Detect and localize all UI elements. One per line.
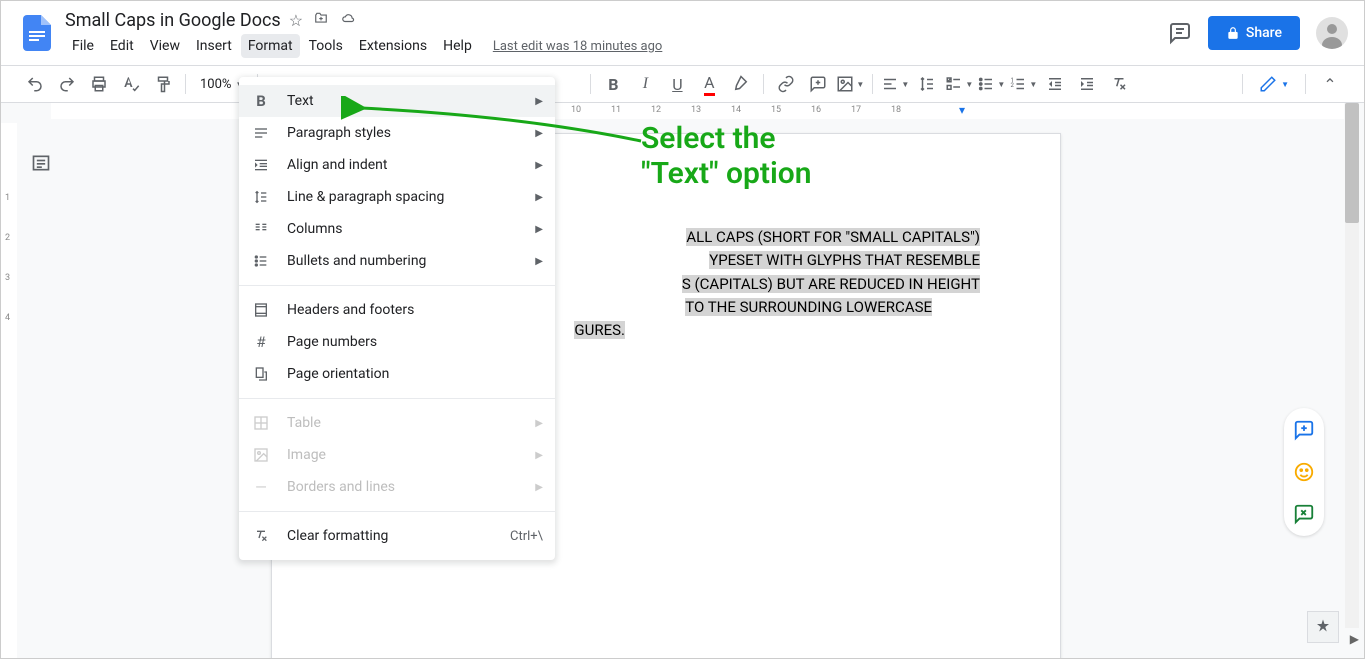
workspace: 9 10 11 12 13 14 15 16 17 18 ▾ 1 2 3 4 A… [1, 103, 1364, 658]
headers-footers-icon [251, 302, 271, 318]
submenu-arrow-icon: ▶ [535, 256, 543, 267]
highlight-button[interactable] [727, 70, 755, 98]
scrollbar-thumb[interactable] [1345, 103, 1359, 223]
submenu-arrow-icon: ▶ [535, 450, 543, 461]
bold-button[interactable]: B [599, 70, 627, 98]
menu-view[interactable]: View [143, 34, 187, 58]
submenu-arrow-icon: ▶ [535, 224, 543, 235]
vertical-ruler[interactable]: 1 2 3 4 [1, 123, 17, 658]
format-image-item: Image ▶ [239, 439, 555, 471]
submenu-arrow-icon: ▶ [535, 482, 543, 493]
submenu-arrow-icon: ▶ [535, 128, 543, 139]
docs-logo[interactable] [17, 13, 57, 53]
account-avatar[interactable] [1316, 17, 1348, 49]
doc-title[interactable]: Small Caps in Google Docs [65, 10, 281, 31]
line-icon: — [251, 478, 271, 496]
scroll-right-button[interactable]: ▶ [1350, 632, 1359, 646]
header: Small Caps in Google Docs ☆ File Edit Vi… [1, 1, 1364, 65]
editing-mode-button[interactable]: ▼ [1253, 73, 1295, 95]
menu-file[interactable]: File [65, 34, 101, 58]
submenu-arrow-icon: ▶ [535, 160, 543, 171]
menu-tools[interactable]: Tools [302, 34, 350, 58]
bulleted-list-button[interactable]: ▼ [977, 70, 1005, 98]
orientation-icon [251, 366, 271, 382]
format-columns-item[interactable]: Columns ▶ [239, 213, 555, 245]
format-line-spacing-item[interactable]: Line & paragraph spacing ▶ [239, 181, 555, 213]
underline-button[interactable]: U [663, 70, 691, 98]
submenu-arrow-icon: ▶ [535, 96, 543, 107]
italic-button[interactable]: I [631, 70, 659, 98]
format-align-indent-item[interactable]: Align and indent ▶ [239, 149, 555, 181]
share-button[interactable]: Share [1208, 16, 1300, 50]
suggest-edits-button[interactable] [1292, 502, 1316, 526]
spellcheck-button[interactable] [117, 70, 145, 98]
format-text-item[interactable]: B Text ▶ [239, 85, 555, 117]
format-page-orientation-item[interactable]: Page orientation [239, 358, 555, 390]
lock-icon [1226, 26, 1240, 40]
format-clear-formatting-item[interactable]: Clear formatting Ctrl+\ [239, 520, 555, 552]
menu-extensions[interactable]: Extensions [352, 34, 434, 58]
svg-text:2: 2 [1011, 82, 1015, 89]
cloud-status-icon[interactable] [339, 11, 357, 30]
vertical-scrollbar[interactable] [1345, 103, 1359, 628]
table-icon [251, 415, 271, 431]
insert-link-button[interactable] [772, 70, 800, 98]
align-icon [251, 157, 271, 173]
checklist-button[interactable]: ▼ [945, 70, 973, 98]
hash-icon: # [251, 333, 271, 351]
print-button[interactable] [85, 70, 113, 98]
clear-formatting-button[interactable] [1105, 70, 1133, 98]
title-area: Small Caps in Google Docs ☆ File Edit Vi… [65, 8, 1168, 58]
paint-format-button[interactable] [149, 70, 177, 98]
right-indent-marker[interactable]: ▾ [959, 103, 965, 117]
menu-format[interactable]: Format [241, 34, 300, 58]
paragraph-styles-icon [251, 125, 271, 141]
toolbar: 100%▼ B I U A ▼ ▼ ▼ ▼ 12▼ ▼ ⌃ [1, 65, 1364, 103]
format-paragraph-styles-item[interactable]: Paragraph styles ▶ [239, 117, 555, 149]
undo-button[interactable] [21, 70, 49, 98]
insert-image-button[interactable]: ▼ [836, 70, 864, 98]
format-table-item: Table ▶ [239, 407, 555, 439]
show-outline-button[interactable] [31, 153, 51, 173]
submenu-arrow-icon: ▶ [535, 418, 543, 429]
last-edit-link[interactable]: Last edit was 18 minutes ago [493, 39, 663, 54]
comment-history-icon[interactable] [1168, 21, 1192, 45]
submenu-arrow-icon: ▶ [535, 192, 543, 203]
numbered-list-button[interactable]: 12▼ [1009, 70, 1037, 98]
decrease-indent-button[interactable] [1041, 70, 1069, 98]
bullets-icon [251, 253, 271, 269]
add-comment-margin-button[interactable] [1292, 418, 1316, 442]
format-page-numbers-item[interactable]: # Page numbers [239, 326, 555, 358]
text-color-button[interactable]: A [695, 70, 723, 98]
format-bullets-numbering-item[interactable]: Bullets and numbering ▶ [239, 245, 555, 277]
line-spacing-button[interactable] [913, 70, 941, 98]
bold-icon: B [251, 92, 271, 110]
clear-format-icon [251, 528, 271, 544]
image-icon [251, 447, 271, 463]
redo-button[interactable] [53, 70, 81, 98]
star-icon[interactable]: ☆ [289, 11, 303, 30]
increase-indent-button[interactable] [1073, 70, 1101, 98]
margin-actions [1284, 408, 1324, 536]
format-menu-dropdown: B Text ▶ Paragraph styles ▶ Align and in… [239, 77, 555, 560]
move-icon[interactable] [313, 11, 329, 30]
format-borders-lines-item: — Borders and lines ▶ [239, 471, 555, 503]
columns-icon [251, 221, 271, 237]
menu-edit[interactable]: Edit [103, 34, 141, 58]
align-button[interactable]: ▼ [881, 70, 909, 98]
format-headers-footers-item[interactable]: Headers and footers [239, 294, 555, 326]
collapse-toolbar-button[interactable]: ⌃ [1316, 70, 1344, 98]
menu-insert[interactable]: Insert [189, 34, 239, 58]
add-comment-button[interactable] [804, 70, 832, 98]
explore-button[interactable] [1307, 611, 1339, 643]
spacing-icon [251, 189, 271, 205]
menu-bar: File Edit View Insert Format Tools Exten… [65, 34, 1168, 58]
add-emoji-reaction-button[interactable] [1292, 460, 1316, 484]
menu-help[interactable]: Help [436, 34, 479, 58]
